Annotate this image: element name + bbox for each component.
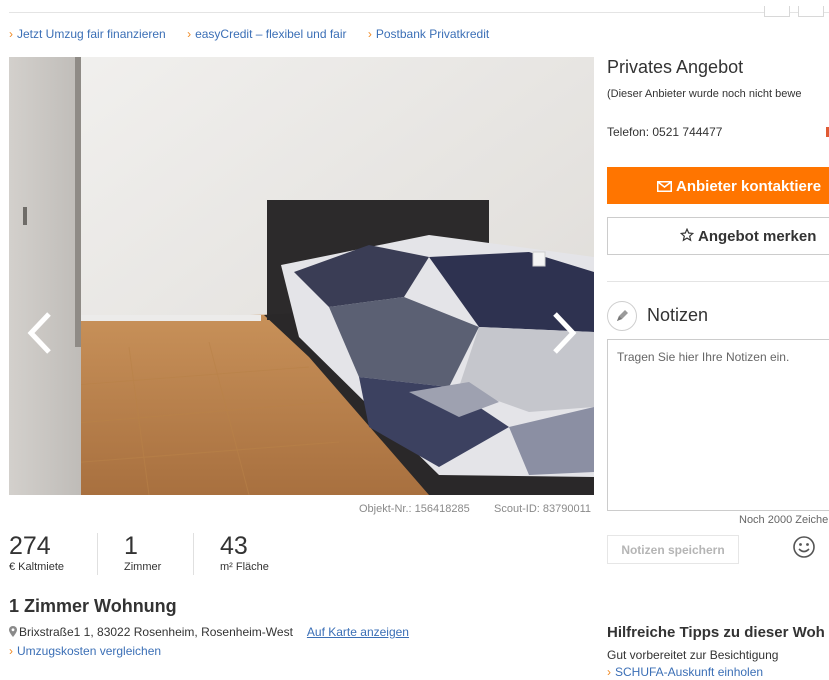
promo-link-easycredit[interactable]: easyCredit – flexibel und fair <box>195 27 346 41</box>
address-line: Brixstraße1 1, 83022 Rosenheim, Rosenhei… <box>9 625 409 639</box>
promo-link-umzug[interactable]: Jetzt Umzug fair finanzieren <box>17 27 166 41</box>
address-text: Brixstraße1 1, 83022 Rosenheim, Rosenhei… <box>19 625 293 639</box>
location-pin-icon <box>9 626 17 637</box>
stat-label: € Kaltmiete <box>9 561 65 573</box>
contact-provider-button[interactable]: Anbieter kontaktiere <box>607 167 829 204</box>
apartment-photo <box>9 57 594 495</box>
smiley-icon[interactable] <box>792 535 816 559</box>
toolbar-button[interactable] <box>798 6 824 17</box>
stat-area: 43 m² Fläche <box>220 533 269 573</box>
chevron-right-icon: › <box>367 27 372 41</box>
object-number: Objekt-Nr.: 156418285 <box>359 503 470 515</box>
photo-gallery[interactable] <box>9 57 594 495</box>
show-on-map-link[interactable]: Auf Karte anzeigen <box>307 625 409 639</box>
scout-id: Scout-ID: 83790011 <box>494 503 592 515</box>
stat-value: 43 <box>220 532 248 560</box>
promo-link-postbank[interactable]: Postbank Privatkredit <box>376 27 489 41</box>
listing-title: 1 Zimmer Wohnung <box>9 596 177 616</box>
chevron-right-icon: › <box>607 665 611 679</box>
right-divider <box>607 281 829 282</box>
stat-value: 274 <box>9 532 51 560</box>
tips-title: Hilfreiche Tipps zu dieser Woh <box>607 624 825 641</box>
gallery-prev-arrow[interactable] <box>25 310 55 356</box>
moving-costs-row: › Umzugskosten vergleichen <box>9 644 161 658</box>
save-notes-button[interactable]: Notizen speichern <box>607 535 739 564</box>
chevron-right-icon: › <box>187 27 192 41</box>
toolbar-button[interactable] <box>764 6 790 17</box>
save-offer-button[interactable]: Angebot merken <box>607 217 829 255</box>
stat-value: 1 <box>124 532 138 560</box>
stat-rooms: 1 Zimmer <box>124 533 161 573</box>
top-divider <box>9 6 829 17</box>
promo-links: › Jetzt Umzug fair finanzieren › easyCredi… <box>9 27 507 41</box>
notes-textarea[interactable] <box>607 339 829 511</box>
stat-label: Zimmer <box>124 561 162 573</box>
save-button-label: Angebot merken <box>698 228 817 245</box>
chevron-right-icon: › <box>9 644 13 658</box>
stat-label: m² Fläche <box>220 561 269 573</box>
envelope-icon <box>657 181 672 192</box>
chevron-right-icon: › <box>9 27 13 41</box>
stat-divider <box>193 533 194 575</box>
star-icon <box>679 227 695 242</box>
tips-text: Gut vorbereitet zur Besichtigung <box>607 648 779 662</box>
notes-heading: Notizen <box>647 305 709 325</box>
phone-number[interactable]: Telefon: 0521 744477 <box>607 125 722 139</box>
stat-divider <box>97 533 98 575</box>
pencil-icon <box>607 301 637 331</box>
gallery-next-arrow[interactable] <box>549 310 579 356</box>
tips-link-row: › SCHUFA-Auskunft einholen <box>607 665 763 679</box>
stat-rent: 274 € Kaltmiete <box>9 533 64 573</box>
notes-char-count: Noch 2000 Zeiche <box>739 514 829 526</box>
offer-title: Privates Angebot <box>607 57 744 77</box>
offer-subtitle: (Dieser Anbieter wurde noch nicht bewe <box>607 88 802 100</box>
moving-costs-link[interactable]: Umzugskosten vergleichen <box>17 644 161 658</box>
contact-button-label: Anbieter kontaktiere <box>676 178 822 195</box>
schufa-link[interactable]: SCHUFA-Auskunft einholen <box>615 665 763 679</box>
